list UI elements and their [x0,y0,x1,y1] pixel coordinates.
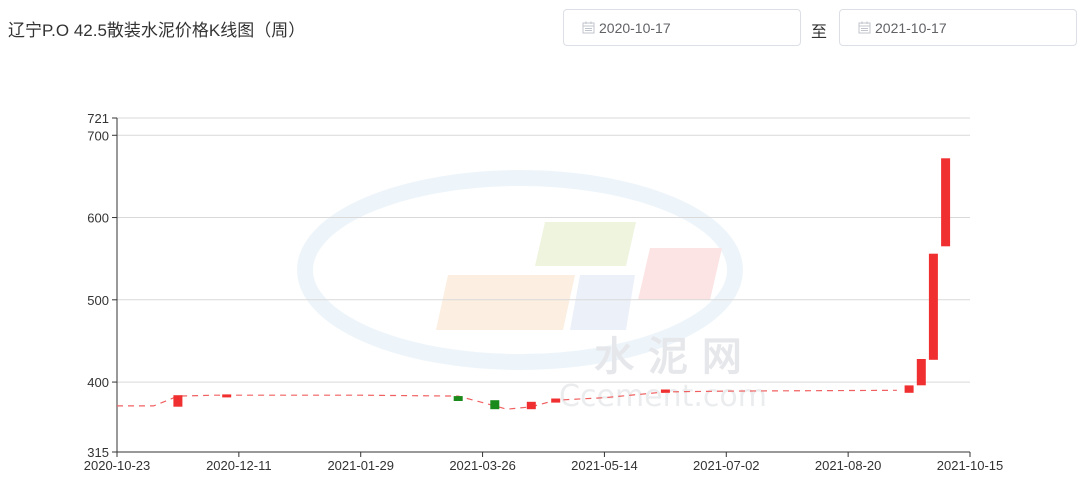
candle [660,389,670,393]
watermark-text: 水 泥 网 [594,334,742,380]
average-line [117,389,897,410]
x-tick-label: 2021-07-02 [693,458,760,473]
x-tick-label: 2021-10-15 [937,458,1004,473]
y-tick-label: 400 [87,375,109,390]
watermark-block [535,222,636,266]
watermark-url: Ccement.com [559,379,767,414]
candle [941,158,951,247]
x-tick-label: 2021-05-14 [571,458,638,473]
candle [490,400,500,410]
candle [928,253,938,360]
average-line-path [117,389,897,410]
candle [173,395,183,407]
x-tick-label: 2021-03-26 [449,458,516,473]
watermark-block [570,275,635,330]
y-tick-label: 600 [87,211,109,226]
watermark-block [436,275,575,330]
y-tick-label: 500 [87,293,109,308]
candle [551,398,561,403]
x-tick-label: 2021-08-20 [815,458,882,473]
x-tick-label: 2020-10-23 [84,458,151,473]
watermark-logo: 水 泥 网 Ccement.com [297,170,767,414]
watermark-block [638,248,722,300]
y-tick-label: 721 [87,111,109,126]
kline-chart: 水 泥 网 Ccement.com 3154005006007007212020… [84,111,1004,473]
candle [916,359,926,386]
candle [904,385,914,393]
x-tick-label: 2020-12-11 [206,458,272,473]
candle [222,394,232,398]
x-tick-label: 2021-01-29 [327,458,394,473]
y-tick-label: 700 [87,128,109,143]
candle [526,401,536,410]
candle [453,396,463,401]
